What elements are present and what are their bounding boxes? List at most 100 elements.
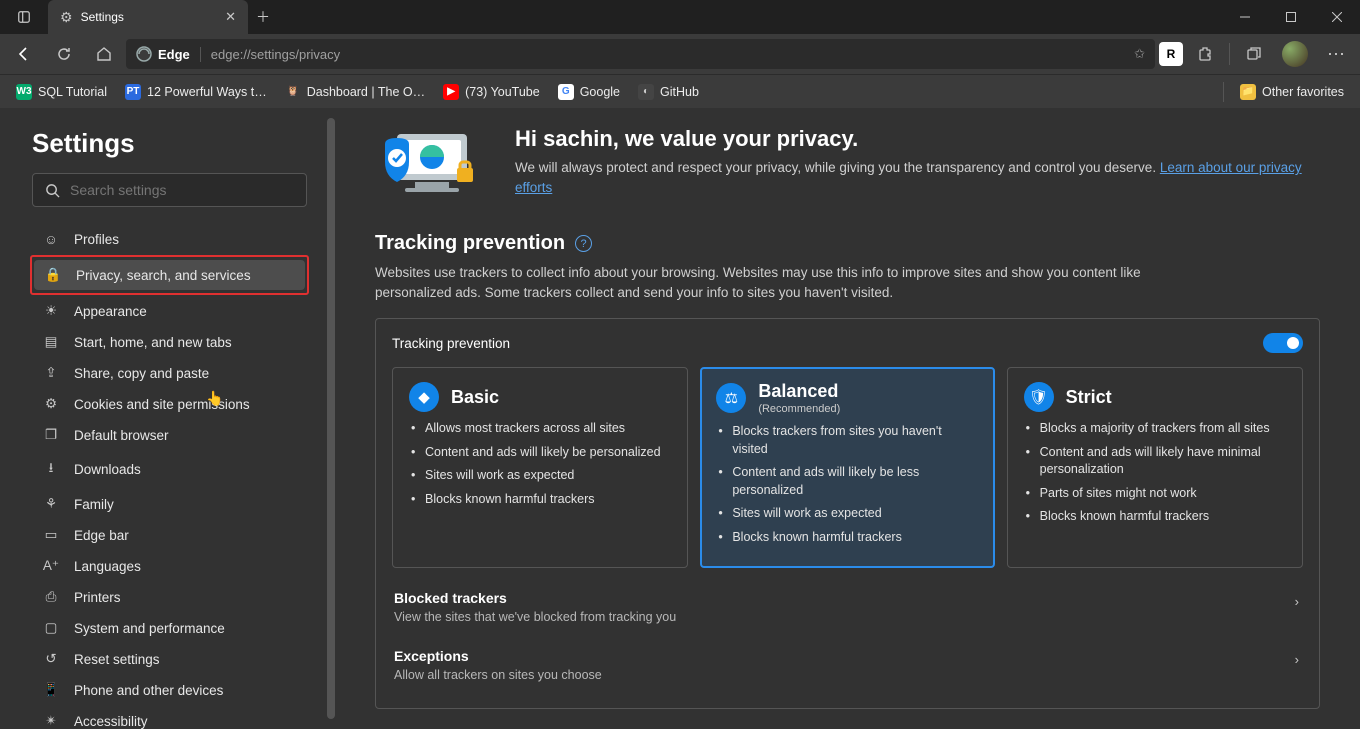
section-description: Websites use trackers to collect info ab… <box>375 263 1185 302</box>
sidebar-item-label: Printers <box>74 590 121 605</box>
bookmark-item[interactable]: PT12 Powerful Ways t… <box>119 80 273 104</box>
exceptions-link[interactable]: Exceptions Allow all trackers on sites y… <box>392 636 1303 694</box>
sidebar-item-languages[interactable]: A⁺ Languages <box>32 551 307 581</box>
sidebar-item-family[interactable]: ⚘Family <box>32 489 307 519</box>
close-tab-button[interactable]: ✕ <box>225 9 236 25</box>
search-settings[interactable] <box>32 173 307 207</box>
sidebar-item-system[interactable]: ▢ System and performance <box>32 613 307 643</box>
download-icon: ⭳ <box>42 458 60 481</box>
favicon-icon: G <box>558 84 574 100</box>
sidebar-item-label: Languages <box>74 559 141 574</box>
strict-badge-icon: 🛡 <box>1024 382 1054 412</box>
bookmark-item[interactable]: ▶(73) YouTube <box>437 80 546 104</box>
browser-tab[interactable]: ⚙ Settings ✕ <box>48 0 248 34</box>
brand-label: Edge <box>158 47 190 62</box>
sidebar-item-label: Reset settings <box>74 652 160 667</box>
system-icon: ▢ <box>42 620 60 636</box>
bookmark-label: GitHub <box>660 85 699 99</box>
sidebar-item-privacy[interactable]: 🔒Privacy, search, and services <box>34 260 305 290</box>
sidebar-item-label: Cookies and site permissions <box>74 397 250 412</box>
window-maximize-button[interactable] <box>1268 0 1314 34</box>
window-icon: ▤ <box>42 334 60 350</box>
sidebar-item-label: System and performance <box>74 621 225 636</box>
sidebar-item-label: Start, home, and new tabs <box>74 335 232 350</box>
sidebar-item-phone[interactable]: 📱Phone and other devices <box>32 675 307 705</box>
panel-label: Tracking prevention <box>392 336 510 351</box>
sidebar-item-edgebar[interactable]: ▭Edge bar <box>32 520 307 550</box>
tracking-prevention-toggle[interactable] <box>1263 333 1303 353</box>
accessibility-icon: ✴ <box>42 713 60 729</box>
sidebar-item-accessibility[interactable]: ✴Accessibility <box>32 706 307 729</box>
card-bullet: Blocks trackers from sites you haven't v… <box>716 423 978 458</box>
favorite-star-icon[interactable]: ✩ <box>1134 46 1145 62</box>
window-minimize-button[interactable] <box>1222 0 1268 34</box>
bookmark-item[interactable]: 🦉Dashboard | The O… <box>279 80 431 104</box>
privacy-hero: Hi sachin, we value your privacy. We wil… <box>375 126 1320 202</box>
bookmark-item[interactable]: W3SQL Tutorial <box>10 80 113 104</box>
favicon-icon: W3 <box>16 84 32 100</box>
profile-avatar[interactable] <box>1282 41 1308 67</box>
card-bullet: Content and ads will likely be personali… <box>409 444 671 462</box>
settings-main: Hi sachin, we value your privacy. We wil… <box>335 108 1360 729</box>
sidebar-item-label: Family <box>74 497 114 512</box>
card-bullet: Blocks a majority of trackers from all s… <box>1024 420 1286 438</box>
sidebar-item-default-browser[interactable]: ❐Default browser <box>32 420 307 450</box>
hero-title: Hi sachin, we value your privacy. <box>515 126 1320 152</box>
tracking-card-balanced[interactable]: ⚖Balanced(Recommended) Blocks trackers f… <box>700 367 994 568</box>
info-icon[interactable]: ? <box>575 235 592 252</box>
bookmarks-bar: W3SQL Tutorial PT12 Powerful Ways t… 🦉Da… <box>0 74 1360 108</box>
gear-icon: ⚙ <box>60 9 73 26</box>
sidebar-item-cookies[interactable]: ⚙Cookies and site permissions <box>32 389 307 419</box>
extension-badge[interactable]: R <box>1159 42 1183 66</box>
bookmark-label: Google <box>580 85 620 99</box>
other-favorites-button[interactable]: 📁Other favorites <box>1234 80 1350 104</box>
globe-icon: ❐ <box>42 427 60 443</box>
collections-button[interactable] <box>1236 38 1272 70</box>
card-bullet: Allows most trackers across all sites <box>409 420 671 438</box>
row-desc: View the sites that we've blocked from t… <box>394 610 1301 624</box>
row-title: Exceptions <box>394 648 1301 664</box>
search-icon <box>45 183 60 198</box>
tab-actions-button[interactable] <box>6 1 42 33</box>
sidebar-item-printers[interactable]: ⎙Printers <box>32 582 307 612</box>
card-bullet: Content and ads will likely be less pers… <box>716 464 978 499</box>
home-button[interactable] <box>86 38 122 70</box>
window-titlebar: ⚙ Settings ✕ ＋ <box>0 0 1360 34</box>
person-icon: ☺ <box>42 232 60 247</box>
browser-toolbar: Edge edge://settings/privacy ✩ R ⋯ <box>0 34 1360 74</box>
address-bar[interactable]: Edge edge://settings/privacy ✩ <box>126 39 1155 69</box>
back-button[interactable] <box>6 38 42 70</box>
card-subtitle: (Recommended) <box>758 403 840 415</box>
card-bullet: Blocks known harmful trackers <box>409 491 671 509</box>
extensions-button[interactable] <box>1187 38 1223 70</box>
chevron-right-icon: › <box>1295 594 1299 609</box>
new-tab-button[interactable]: ＋ <box>248 0 278 34</box>
site-identity: Edge <box>136 46 190 62</box>
language-icon: A⁺ <box>42 558 60 574</box>
tracking-card-strict[interactable]: 🛡 Strict Blocks a majority of trackers fr… <box>1007 367 1303 568</box>
refresh-button[interactable] <box>46 38 82 70</box>
bookmark-item[interactable]: G Google <box>552 80 626 104</box>
sidebar-item-share[interactable]: ⇪Share, copy and paste <box>32 358 307 388</box>
sidebar-item-profiles[interactable]: ☺Profiles <box>32 225 307 254</box>
bookmark-label: 12 Powerful Ways t… <box>147 85 267 99</box>
sidebar-item-start[interactable]: ▤ Start, home, and new tabs <box>32 327 307 357</box>
card-bullet: Sites will work as expected <box>409 467 671 485</box>
sidebar-item-label: Appearance <box>74 304 147 319</box>
row-title: Blocked trackers <box>394 590 1301 606</box>
sidebar-item-downloads[interactable]: ⭳Downloads <box>32 451 307 488</box>
blocked-trackers-link[interactable]: Blocked trackers View the sites that we'… <box>392 578 1303 636</box>
tracking-prevention-panel: Tracking prevention ◆Basic Allows most t… <box>375 318 1320 709</box>
sidebar-item-appearance[interactable]: ☀ Appearance <box>32 296 307 326</box>
bookmark-item[interactable]: ◐GitHub <box>632 80 705 104</box>
phone-icon: 📱 <box>42 682 60 698</box>
tracking-card-basic[interactable]: ◆Basic Allows most trackers across all s… <box>392 367 688 568</box>
brush-icon: ☀ <box>42 303 60 319</box>
app-menu-button[interactable]: ⋯ <box>1318 38 1354 70</box>
panel-icon: ▭ <box>42 527 60 543</box>
settings-sidebar: Settings ☺Profiles 🔒Privacy, search, and… <box>0 108 335 729</box>
card-title: Strict <box>1066 387 1112 408</box>
search-input[interactable] <box>70 182 294 198</box>
window-close-button[interactable] <box>1314 0 1360 34</box>
sidebar-item-reset[interactable]: ↺Reset settings <box>32 644 307 674</box>
